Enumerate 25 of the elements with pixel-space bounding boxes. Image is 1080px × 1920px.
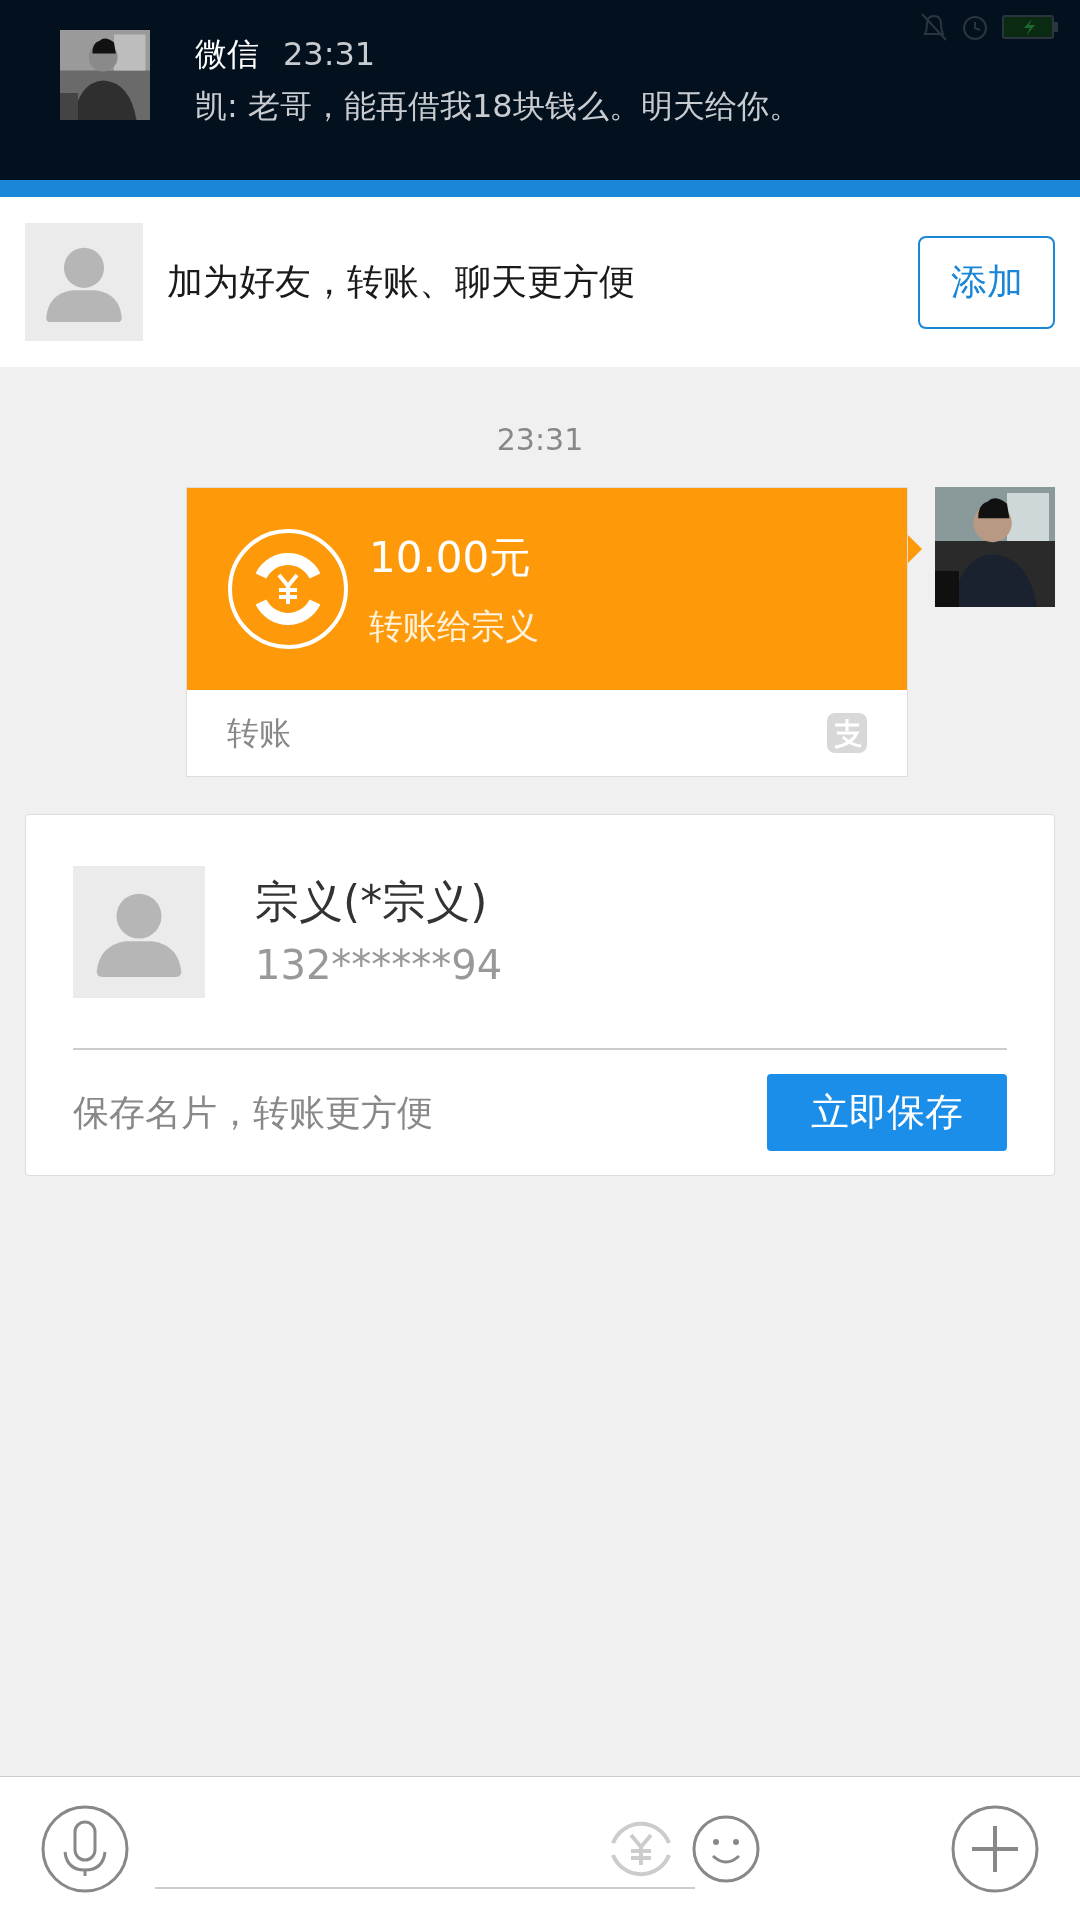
notification-message: 凯: 老哥，能再借我18块钱么。明天给你。 bbox=[195, 86, 801, 127]
save-hint: 保存名片，转账更方便 bbox=[73, 1090, 433, 1135]
bell-off-icon bbox=[920, 12, 948, 42]
microphone-icon[interactable] bbox=[40, 1803, 130, 1894]
contact-name: 宗义(*宗义) bbox=[255, 874, 489, 929]
contact-phone: 132******94 bbox=[255, 940, 503, 990]
avatar-placeholder-icon bbox=[25, 223, 143, 341]
notification-app-name: 微信 bbox=[195, 34, 259, 75]
transfer-description: 转账给宗义 bbox=[369, 605, 539, 648]
add-button[interactable]: 添加 bbox=[918, 235, 1055, 329]
chat-timestamp: 23:31 bbox=[496, 421, 584, 459]
notification-banner[interactable]: 微信 23:31 凯: 老哥，能再借我18块钱么。明天给你。 bbox=[0, 0, 1080, 180]
friend-prompt: 加为好友，转账、聊天更方便 bbox=[167, 260, 635, 304]
battery-icon bbox=[1002, 14, 1060, 40]
save-now-button[interactable]: 立即保存 bbox=[767, 1074, 1007, 1151]
yuan-transfer-icon bbox=[227, 528, 349, 650]
pay-app-icon bbox=[827, 713, 867, 753]
transfer-bubble[interactable]: 10.00元 转账给宗义 转账 bbox=[186, 487, 908, 777]
transfer-label: 转账 bbox=[227, 713, 291, 754]
notification-time: 23:31 bbox=[283, 34, 376, 75]
smiley-icon[interactable] bbox=[691, 1813, 761, 1884]
transfer-amount: 10.00元 bbox=[369, 532, 533, 584]
contact-avatar-icon bbox=[73, 865, 205, 998]
bubble-tail-icon bbox=[908, 535, 922, 563]
plus-icon[interactable] bbox=[950, 1803, 1040, 1894]
